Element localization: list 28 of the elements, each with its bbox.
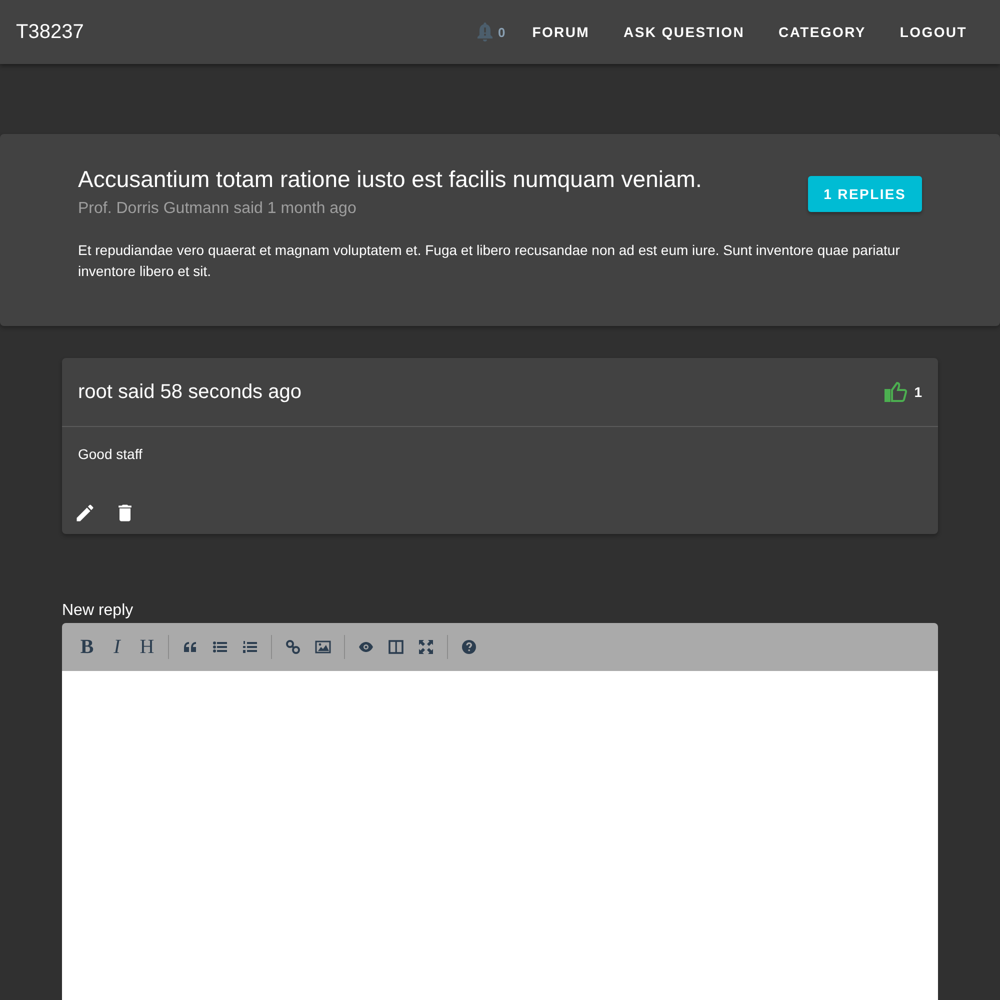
fullscreen-icon[interactable] [418, 639, 434, 655]
question-title: Accusantium totam ratione iusto est facilis numquam veniam. [78, 165, 702, 194]
columns-icon[interactable] [388, 639, 404, 655]
edit-icon[interactable] [74, 502, 96, 524]
nav-link[interactable]: LOGOUT [882, 16, 984, 48]
link-icon[interactable] [285, 639, 301, 655]
new-reply-label: New reply [62, 602, 134, 620]
bullet-list-icon[interactable] [212, 639, 228, 655]
editor-input[interactable] [62, 671, 938, 1000]
reply-header: root said 58 seconds ago [78, 380, 302, 404]
nav-link[interactable]: ASK QUESTION [606, 16, 762, 48]
nav-link[interactable]: FORUM [515, 16, 607, 48]
reply-body: Good staff [77, 445, 144, 464]
question-meta: Prof. Dorris Gutmann said 1 month ago [78, 200, 358, 218]
image-icon[interactable] [315, 639, 331, 655]
question-body: Et repudiandae vero quaerat et magnam voluptatem et. Fuga et libero recusandae non ad est eum iure. Sunt inventore quae pariatur inventore libero et sit. [78, 241, 901, 281]
format-button[interactable]: B [72, 632, 102, 662]
format-button[interactable]: I [102, 632, 132, 662]
like-count: 1 [914, 384, 922, 400]
help-icon[interactable] [461, 639, 477, 655]
numbered-list-icon[interactable] [242, 639, 258, 655]
notification-count: 0 [498, 24, 506, 40]
thumbs-up-icon[interactable] [884, 381, 908, 403]
nav-link[interactable]: CATEGORY [762, 16, 883, 48]
site-title[interactable]: T38237 [16, 20, 84, 44]
eye-icon[interactable] [358, 639, 374, 655]
quote-icon[interactable] [182, 639, 198, 655]
format-button[interactable]: H [132, 632, 162, 662]
